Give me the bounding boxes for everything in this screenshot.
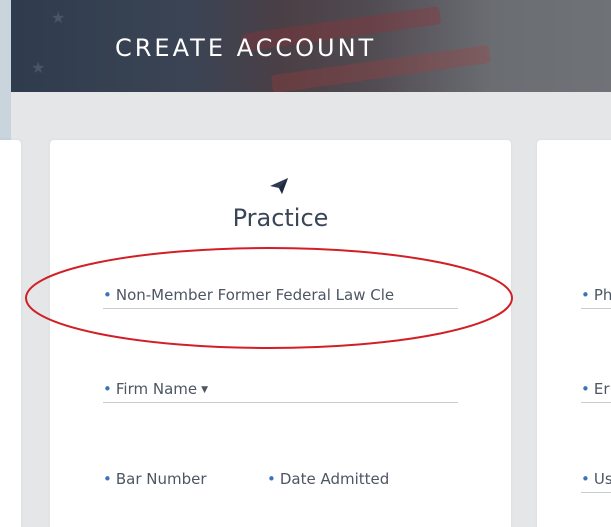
required-dot-icon: • <box>581 380 590 398</box>
right-field-3-label: Us <box>593 470 611 488</box>
bar-number-field[interactable]: • Bar Number <box>103 470 207 488</box>
right-field-2[interactable]: • Er <box>581 380 611 403</box>
right-field-1[interactable]: • Ph <box>581 286 611 309</box>
required-dot-icon: • <box>103 286 112 304</box>
chevron-down-icon[interactable]: ▼ <box>201 385 208 395</box>
firm-name-field[interactable]: • Firm Name ▼ <box>103 380 458 403</box>
right-field-1-label: Ph <box>593 286 611 304</box>
required-dot-icon: • <box>103 470 112 488</box>
right-card: • Ph • Er • Us <box>537 140 611 527</box>
clerk-type-field[interactable]: • Non-Member Former Federal Law Cle <box>103 286 458 309</box>
firm-name-label: Firm Name <box>115 380 198 398</box>
card-left <box>0 140 21 527</box>
section-title: Practice <box>232 204 329 232</box>
practice-card: Practice • Non-Member Former Federal Law … <box>50 140 511 527</box>
main-content: Practice • Non-Member Former Federal Law … <box>0 92 611 527</box>
required-dot-icon: • <box>103 380 112 398</box>
bar-number-label: Bar Number <box>115 470 207 488</box>
bar-row: • Bar Number • Date Admitted <box>103 470 458 492</box>
required-dot-icon: • <box>581 470 590 488</box>
page-title: CREATE ACCOUNT <box>115 34 377 62</box>
paper-plane-icon <box>270 178 288 194</box>
clerk-type-value: Non-Member Former Federal Law Cle <box>115 286 395 304</box>
right-field-3[interactable]: • Us <box>581 470 611 493</box>
date-admitted-label: Date Admitted <box>279 470 390 488</box>
star-icon: ★ <box>31 60 46 77</box>
page: ★ ★ CREATE ACCOUNT Practice • Non-Member … <box>0 0 611 527</box>
right-field-2-label: Er <box>593 380 610 398</box>
required-dot-icon: • <box>581 286 590 304</box>
date-admitted-field[interactable]: • Date Admitted <box>267 470 389 488</box>
header-banner: ★ ★ CREATE ACCOUNT <box>11 0 611 92</box>
required-dot-icon: • <box>267 470 276 488</box>
star-icon: ★ <box>51 10 66 27</box>
